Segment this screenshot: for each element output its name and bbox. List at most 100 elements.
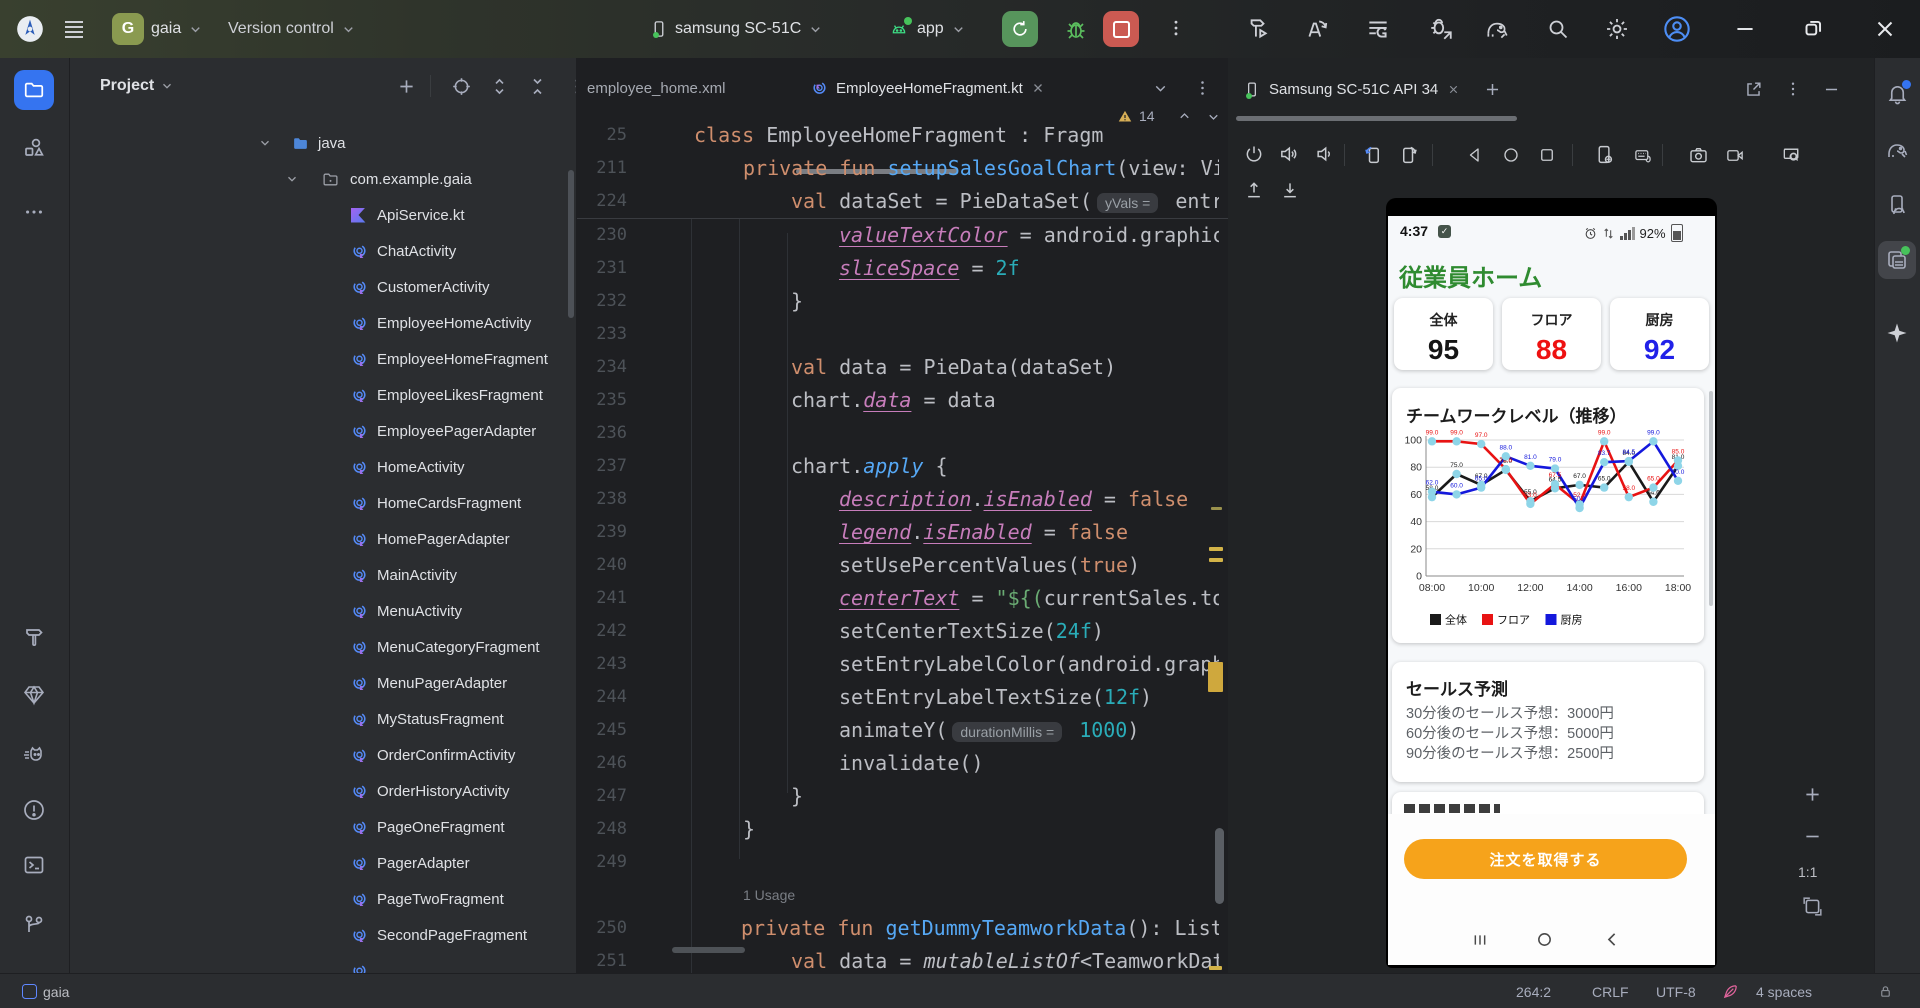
project-widget[interactable]: G gaia [112, 0, 203, 58]
toolwindow-build-button[interactable] [14, 617, 54, 657]
score-card-3[interactable]: 厨房 92 [1610, 298, 1709, 370]
display-search-icon[interactable] [1780, 145, 1802, 165]
volume-up-icon[interactable] [1278, 144, 1299, 164]
vcs-widget[interactable]: Version control [228, 0, 356, 58]
tab-close-icon[interactable] [1447, 83, 1460, 96]
code-line-232[interactable]: 232} [577, 285, 1219, 318]
tree-item-OrderHistoryActivity[interactable]: OrderHistoryActivity [70, 773, 576, 809]
settings-button[interactable] [1604, 16, 1630, 47]
tree-item-MenuPagerAdapter[interactable]: MenuPagerAdapter [70, 665, 576, 701]
upload-icon[interactable] [1244, 180, 1264, 200]
zoom-reset-button[interactable]: 1:1 [1798, 864, 1817, 880]
readonly-lock-widget[interactable] [1878, 974, 1893, 1008]
tree-item-OrderConfirmActivity[interactable]: OrderConfirmActivity [70, 737, 576, 773]
gradle-sync-button[interactable] [1483, 16, 1511, 47]
warning-stripe-mark[interactable] [1208, 662, 1223, 692]
notifications-button[interactable] [1878, 74, 1916, 112]
search-everywhere-button[interactable] [1546, 17, 1570, 46]
tree-item-HomeActivity[interactable]: HomeActivity [70, 449, 576, 485]
code-line-211[interactable]: 211 private fun setupSalesGoalChart(view:… [577, 152, 1219, 185]
tree-item-EmployeeLikesFragment[interactable]: EmployeeLikesFragment [70, 377, 576, 413]
tree-item-java[interactable]: java [70, 125, 576, 161]
tree-item-ChatActivity[interactable]: ChatActivity [70, 233, 576, 269]
tree-item-MenuActivity[interactable]: MenuActivity [70, 593, 576, 629]
window-minimize-button[interactable] [1732, 16, 1758, 47]
toolwindow-app-quality-button[interactable] [14, 675, 54, 715]
tree-item-CustomerActivity[interactable]: CustomerActivity [70, 269, 576, 305]
code-line-240[interactable]: 240 setUsePercentValues(true) [577, 549, 1219, 582]
rotate-left-icon[interactable] [1362, 144, 1384, 165]
editor-tabs-dropdown-icon[interactable] [1152, 80, 1169, 97]
warning-stripe-mark[interactable] [1211, 507, 1222, 510]
highlighting-widget[interactable] [1722, 974, 1739, 1008]
code-line-237[interactable]: 237 chart.apply { [577, 450, 1219, 483]
toolwindow-git-button[interactable] [14, 905, 54, 945]
tab-employee-home-xml[interactable]: employee_home.xml [587, 58, 725, 118]
indent-widget[interactable]: 4 spaces [1756, 974, 1812, 1008]
profile-avatar-button[interactable] [1663, 15, 1691, 48]
run-tasks-list-button[interactable] [1365, 16, 1391, 47]
main-menu-button[interactable] [62, 0, 86, 58]
tree-item-SecondPageFragment[interactable]: SecondPageFragment [70, 917, 576, 953]
hide-panel-icon[interactable] [1822, 80, 1841, 99]
code-line-230[interactable]: 230 valueTextColor = android.graphics [577, 219, 1219, 252]
code-line-242[interactable]: 242 setCenterTextSize(24f) [577, 615, 1219, 648]
tree-item-PageOneFragment[interactable]: PageOneFragment [70, 809, 576, 845]
project-view-selector[interactable]: Project [100, 58, 174, 114]
tree-item-partial[interactable] [70, 953, 576, 973]
encoding-widget[interactable]: UTF-8 [1656, 974, 1696, 1008]
nav-back-icon[interactable] [1604, 931, 1621, 948]
tree-item-ApiService.kt[interactable]: ApiService.kt [70, 197, 576, 233]
device-settings-icon[interactable] [1594, 144, 1615, 165]
zoom-fit-icon[interactable] [1802, 896, 1823, 917]
code-line-241[interactable]: 241 centerText = "${(currentSales.toF [577, 582, 1219, 615]
device-screen-mirror[interactable]: 4:37 ✓ 92% 従業員ホーム 全体 95 フロア 88 厨房 92 チーム… [1386, 198, 1717, 968]
tree-item-PageTwoFragment[interactable]: PageTwoFragment [70, 881, 576, 917]
code-line-243[interactable]: 243 setEntryLabelColor(android.graphi [577, 648, 1219, 681]
screen-record-icon[interactable] [1724, 146, 1746, 165]
device-recents-icon[interactable] [1538, 146, 1556, 164]
project-locate-file-button[interactable] [451, 76, 472, 97]
rerun-button[interactable] [1002, 11, 1038, 47]
code-line-250[interactable]: 250 private fun getDummyTeamworkData(): L… [577, 912, 1219, 945]
device-power-icon[interactable] [1244, 144, 1264, 164]
open-in-window-icon[interactable] [1744, 80, 1763, 99]
device-selector[interactable]: samsung SC-51C [650, 0, 823, 58]
toolwindow-problems-button[interactable] [14, 790, 54, 830]
gemini-button[interactable] [1878, 314, 1916, 352]
tree-item-MenuCategoryFragment[interactable]: MenuCategoryFragment [70, 629, 576, 665]
project-collapse-all-button[interactable] [527, 76, 548, 97]
warning-stripe-mark[interactable] [1209, 558, 1223, 562]
caret-position-widget[interactable]: 264:2 [1516, 974, 1551, 1008]
code-line-233[interactable]: 233 [577, 318, 1219, 351]
project-add-button[interactable] [396, 76, 417, 97]
tree-item-EmployeeHomeActivity[interactable]: EmployeeHomeActivity [70, 305, 576, 341]
project-expand-button[interactable] [489, 76, 510, 97]
code-line-245[interactable]: 245 animateY(durationMillis = 1000) [577, 714, 1219, 747]
code-line-246[interactable]: 246 invalidate() [577, 747, 1219, 780]
code-line-224[interactable]: 224 val dataSet = PieDataSet(yVals = entr… [577, 185, 1219, 218]
tree-item-com.example.gaia[interactable]: com.example.gaia [70, 161, 576, 197]
score-card-2[interactable]: フロア 88 [1502, 298, 1601, 370]
rotate-right-icon[interactable] [1398, 144, 1420, 165]
app-scrollbar[interactable] [1709, 391, 1713, 606]
tree-item-PagerAdapter[interactable]: PagerAdapter [70, 845, 576, 881]
tree-item-EmployeePagerAdapter[interactable]: EmployeePagerAdapter [70, 413, 576, 449]
get-order-button[interactable]: 注文を取得する [1404, 839, 1687, 879]
tab-close-icon[interactable] [1031, 81, 1045, 95]
code-line-231[interactable]: 231 sliceSpace = 2f [577, 252, 1219, 285]
code-line-238[interactable]: 238 description.isEnabled = false [577, 483, 1219, 516]
phone-screen[interactable]: 4:37 ✓ 92% 従業員ホーム 全体 95 フロア 88 厨房 92 チーム… [1388, 216, 1715, 965]
tree-item-HomeCardsFragment[interactable]: HomeCardsFragment [70, 485, 576, 521]
code-line-234[interactable]: 234 val data = PieData(dataSet) [577, 351, 1219, 384]
screenshot-camera-icon[interactable] [1688, 145, 1709, 165]
editor-horizontal-scrollbar[interactable] [672, 947, 745, 953]
toolwindow-more-button[interactable] [14, 192, 54, 232]
code-line-248[interactable]: 248} [577, 813, 1219, 846]
prev-problem-icon[interactable] [1177, 109, 1192, 124]
volume-down-icon[interactable] [1314, 144, 1334, 164]
editor-options-icon[interactable] [1193, 78, 1212, 98]
toolwindow-profiler-button[interactable] [14, 735, 54, 775]
editor-vertical-scrollbar[interactable] [1215, 828, 1224, 904]
attach-debugger-button[interactable] [1428, 16, 1454, 47]
